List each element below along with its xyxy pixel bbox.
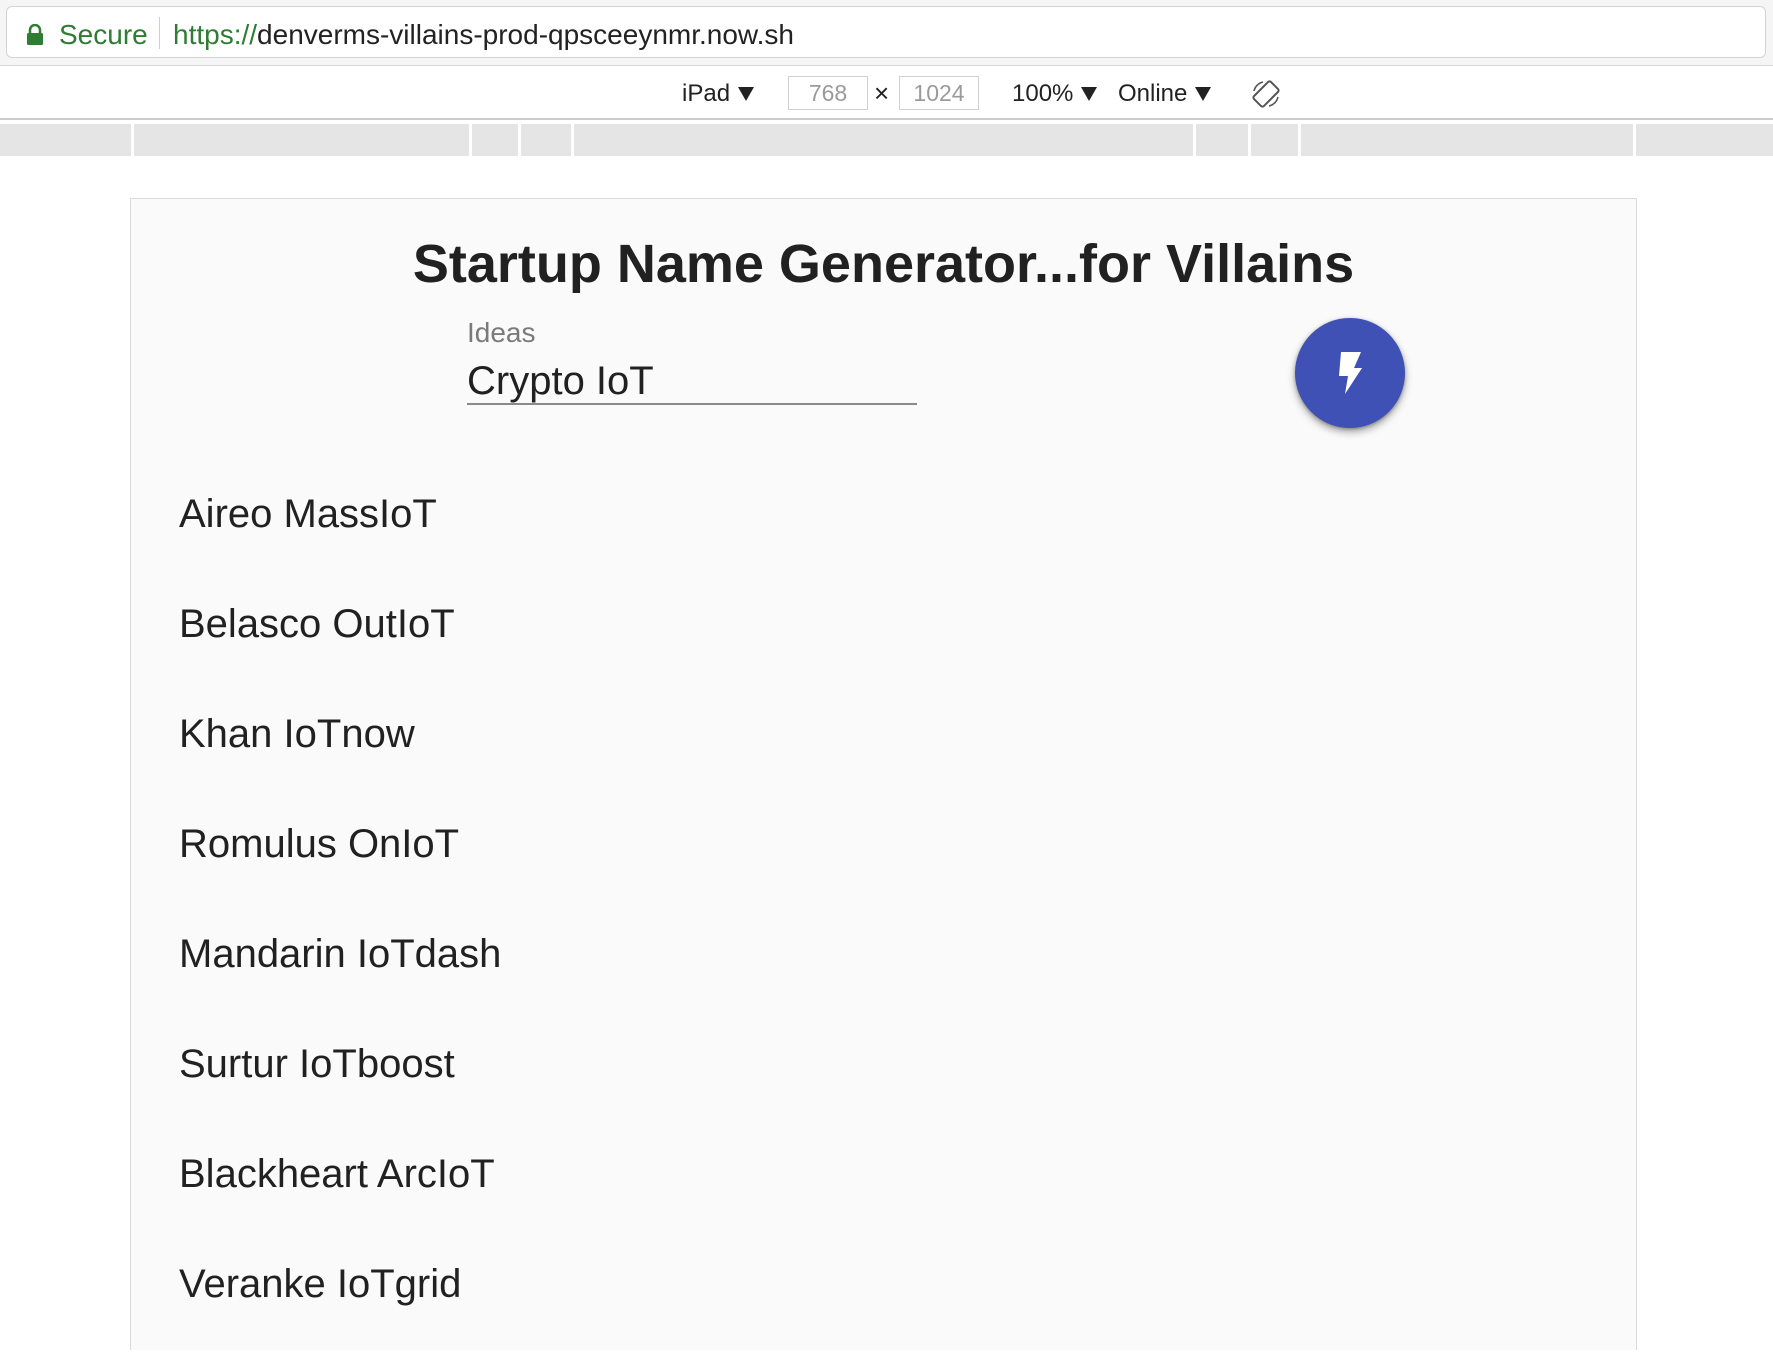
list-item: Belasco OutIoT [179,602,455,646]
list-item: Aireo MassIoT [179,492,437,536]
device-viewport: Startup Name Generator...for Villains Id… [130,198,1637,1350]
ideas-label: Ideas [467,317,536,348]
ruler-tick [1193,124,1196,156]
lock-icon [27,24,43,45]
ideas-field: Ideas [467,317,917,405]
url-text[interactable]: https://denverms-villains-prod-qpsceeynm… [173,19,794,51]
url-host: denverms-villains-prod-qpsceeynmr.now.sh [257,19,794,50]
results-list: Aireo MassIoT Belasco OutIoT Khan IoTnow Ro… [179,489,1579,1369]
ruler-tick [1248,124,1251,156]
url-divider [159,17,160,49]
media-query-ruler [0,124,1773,156]
ruler-tick [571,124,574,156]
list-item: Khan IoTnow [179,712,415,756]
ruler-tick [131,124,134,156]
ideas-input[interactable] [467,359,917,405]
device-select[interactable]: iPad [682,80,755,108]
list-item: Romulus OnIoT [179,822,460,866]
url-scheme: https:// [173,19,258,50]
width-input[interactable] [788,76,868,110]
bolt-icon [1339,352,1362,394]
list-item: Surtur IoTboost [179,1042,455,1086]
ruler-tick [469,124,472,156]
secure-label: Secure [59,19,148,50]
ruler-tick [1633,124,1636,156]
list-item: Blackheart ArcIoT [179,1152,495,1196]
list-item: Mandarin IoTdash [179,932,502,976]
times-icon: × [874,78,890,108]
ruler-tick [518,124,521,156]
rotate-icon[interactable] [1251,79,1281,109]
device-select-label: iPad [682,80,731,107]
page-title: Startup Name Generator...for Villains [412,234,1355,294]
zoom-select-label: 100% [1012,80,1074,107]
ruler-tick [1298,124,1301,156]
url-box[interactable]: Secure https://denverms-villains-prod-qp… [6,6,1766,58]
network-select[interactable]: Online [1118,80,1212,108]
height-input[interactable] [899,76,979,110]
chevron-down-icon [738,87,755,101]
network-select-label: Online [1118,80,1188,107]
zoom-select[interactable]: 100% [1012,80,1098,108]
device-toolbar: iPad × 100% Online [0,66,1773,120]
generate-button[interactable] [1295,318,1405,428]
list-item: Veranke IoTgrid [179,1262,462,1306]
chevron-down-icon [1081,87,1098,101]
chevron-down-icon [1195,87,1212,101]
address-bar: Secure https://denverms-villains-prod-qp… [0,0,1773,66]
